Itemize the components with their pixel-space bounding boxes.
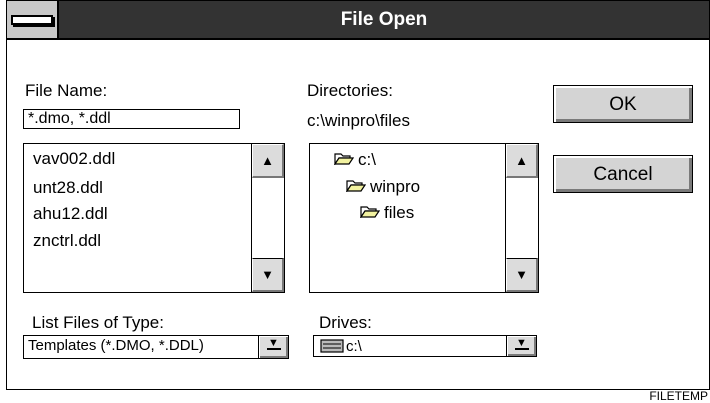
drives-label: Drives: <box>319 313 372 332</box>
directories-label: Directories: <box>307 81 393 100</box>
figure-code: FILETEMP <box>649 389 708 403</box>
up-arrow-icon: ▲ <box>261 153 274 168</box>
list-item[interactable]: ahu12.ddl <box>33 204 108 224</box>
hard-drive-icon <box>320 339 344 353</box>
scroll-up-button[interactable]: ▲ <box>506 144 538 178</box>
window-title: File Open <box>340 9 428 30</box>
tree-item-files[interactable]: files <box>360 203 414 223</box>
drives-dropdown-button[interactable]: ▼ <box>506 336 536 356</box>
tree-item-root[interactable]: c:\ <box>334 150 376 170</box>
down-arrow-icon: ▼ <box>515 267 528 282</box>
list-item[interactable]: znctrl.ddl <box>33 231 101 251</box>
tree-item-label: c:\ <box>358 150 376 169</box>
file-type-label: List Files of Type: <box>32 313 164 332</box>
file-list-scrollbar[interactable]: ▲ ▼ <box>251 144 284 292</box>
list-item[interactable]: unt28.ddl <box>33 178 103 198</box>
folder-open-icon <box>334 153 354 165</box>
folder-open-icon <box>346 180 366 192</box>
file-type-value: Templates (*.DMO, *.DDL) <box>28 337 204 354</box>
file-open-dialog: File Open File Name: *.dmo, *.ddl vav002… <box>6 0 710 390</box>
file-list[interactable]: vav002.ddl unt28.ddl ahu12.ddl znctrl.dd… <box>23 143 285 293</box>
directory-tree[interactable]: c:\ winpro files ▲ ▼ <box>309 143 539 293</box>
title-bar: File Open <box>7 1 709 40</box>
up-arrow-icon: ▲ <box>515 153 528 168</box>
tree-item-label: winpro <box>370 177 421 196</box>
drives-select[interactable]: c:\ ▼ <box>313 335 537 357</box>
tree-item-label: files <box>384 203 415 222</box>
directory-scrollbar[interactable]: ▲ ▼ <box>505 144 538 292</box>
list-item[interactable]: vav002.ddl <box>33 149 115 169</box>
file-type-dropdown-button[interactable]: ▼ <box>258 336 288 358</box>
system-menu-button[interactable] <box>7 1 59 38</box>
drive-label: c:\ <box>346 338 362 355</box>
folder-open-icon <box>360 206 380 218</box>
file-name-input[interactable]: *.dmo, *.ddl <box>23 109 240 129</box>
system-menu-icon <box>11 15 53 25</box>
file-type-select[interactable]: Templates (*.DMO, *.DDL) ▼ <box>23 335 289 359</box>
current-directory-path: c:\winpro\files <box>307 111 410 130</box>
chevron-down-icon: ▼ <box>266 337 281 350</box>
scroll-down-button[interactable]: ▼ <box>506 258 538 292</box>
scroll-up-button[interactable]: ▲ <box>252 144 284 178</box>
tree-item-winpro[interactable]: winpro <box>346 177 420 197</box>
chevron-down-icon: ▼ <box>514 337 529 350</box>
scroll-down-button[interactable]: ▼ <box>252 258 284 292</box>
file-name-label: File Name: <box>25 81 108 100</box>
drive-value: c:\ <box>320 338 362 355</box>
cancel-button[interactable]: Cancel <box>553 155 693 193</box>
ok-button[interactable]: OK <box>553 85 693 123</box>
down-arrow-icon: ▼ <box>261 267 274 282</box>
